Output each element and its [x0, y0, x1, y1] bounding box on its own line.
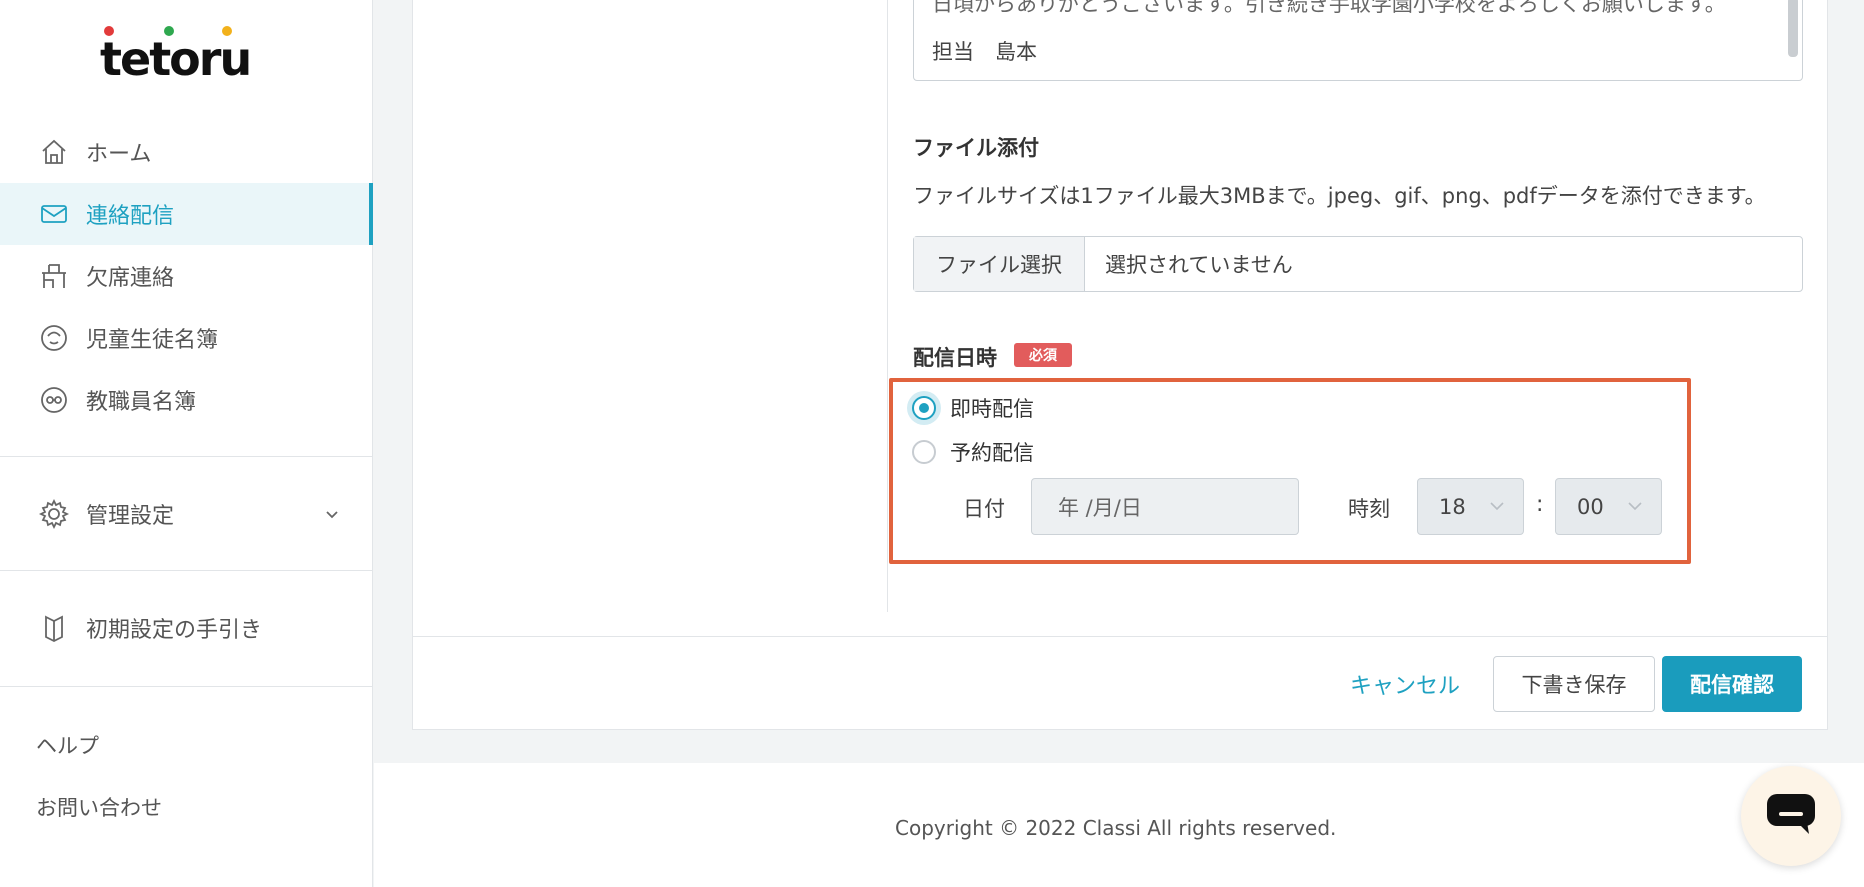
minute-value: 00: [1577, 494, 1604, 519]
sidebar-item-messages[interactable]: 連絡配信: [0, 183, 373, 245]
file-select-button[interactable]: ファイル選択: [914, 237, 1085, 291]
date-label: 日付: [963, 497, 1005, 521]
chevron-down-icon: [1627, 495, 1643, 519]
file-input[interactable]: ファイル選択 選択されていません: [913, 236, 1803, 292]
sidebar-item-label: 欠席連絡: [86, 266, 175, 291]
cancel-button[interactable]: キャンセル: [1350, 668, 1460, 700]
textarea-scrollbar[interactable]: [1788, 0, 1798, 57]
book-icon: [38, 612, 70, 644]
radio-label: 即時配信: [950, 397, 1034, 421]
sidebar-item-absence[interactable]: 欠席連絡: [0, 245, 373, 307]
chat-support-button[interactable]: [1741, 766, 1841, 866]
logo-text: tetoru: [100, 32, 252, 86]
time-separator: :: [1536, 492, 1544, 517]
hour-select[interactable]: 18: [1417, 478, 1524, 535]
save-draft-button[interactable]: 下書き保存: [1493, 656, 1655, 712]
schedule-title: 配信日時: [913, 346, 997, 370]
sidebar-item-staff[interactable]: 教職員名簿: [0, 369, 373, 431]
radio-button[interactable]: [912, 440, 936, 464]
copyright-text: Copyright © 2022 Classi All rights reser…: [895, 816, 1337, 840]
confirm-delivery-button[interactable]: 配信確認: [1662, 656, 1802, 712]
date-input[interactable]: 年 /月/日: [1031, 478, 1299, 535]
sidebar-divider: [0, 456, 373, 457]
home-icon: [38, 136, 70, 168]
minute-select[interactable]: 00: [1555, 478, 1662, 535]
file-status: 選択されていません: [1105, 253, 1293, 277]
desk-icon: [38, 260, 70, 292]
sidebar-item-label: 児童生徒名簿: [86, 328, 219, 353]
sidebar-item-students[interactable]: 児童生徒名簿: [0, 307, 373, 369]
student-face-icon: [38, 322, 70, 354]
sidebar: tetoru ホーム 連絡配信 欠席連絡 児童生徒名簿 教職員名簿 管理設定 初…: [0, 0, 373, 887]
sidebar-item-label: 管理設定: [86, 504, 175, 529]
sidebar-item-label: 初期設定の手引き: [86, 618, 263, 643]
message-body-textarea[interactable]: 日頃からありがとうございます。引き続き手取学園小学校をよろしくお願いします。 担…: [913, 0, 1803, 81]
column-divider: [887, 0, 888, 612]
message-form-card: [412, 0, 1828, 730]
sidebar-item-settings[interactable]: 管理設定: [0, 483, 373, 545]
sidebar-item-guide[interactable]: 初期設定の手引き: [0, 597, 373, 659]
sidebar-item-label: 教職員名簿: [86, 390, 197, 415]
mail-icon: [38, 198, 70, 230]
tetoru-logo[interactable]: tetoru: [100, 26, 280, 86]
radio-scheduled[interactable]: 予約配信: [912, 437, 1034, 467]
sidebar-divider: [0, 686, 373, 687]
sidebar-item-label: ホーム: [86, 142, 152, 167]
attachment-description: ファイルサイズは1ファイル最大3MBまで。jpeg、gif、png、pdfデータ…: [913, 184, 1766, 208]
sidebar-item-label: 連絡配信: [86, 204, 175, 229]
attachment-title: ファイル添付: [913, 136, 1039, 160]
message-line: 日頃からありがとうございます。引き続き手取学園小学校をよろしくお願いします。: [932, 0, 1726, 16]
radio-label: 予約配信: [950, 441, 1034, 465]
sidebar-item-home[interactable]: ホーム: [0, 121, 373, 183]
radio-immediate[interactable]: 即時配信: [912, 393, 1034, 423]
sidebar-divider: [0, 570, 373, 571]
required-badge: 必須: [1014, 343, 1072, 367]
hour-value: 18: [1439, 494, 1466, 519]
gear-icon: [38, 498, 70, 530]
teacher-face-icon: [38, 384, 70, 416]
help-link[interactable]: ヘルプ: [36, 730, 99, 760]
chat-bubble-icon: [1765, 792, 1817, 840]
chevron-down-icon: [1489, 495, 1505, 519]
time-label: 時刻: [1348, 497, 1390, 521]
radio-button-selected[interactable]: [912, 396, 936, 420]
contact-link[interactable]: お問い合わせ: [36, 792, 162, 822]
chevron-down-icon[interactable]: [325, 504, 339, 525]
actions-divider: [412, 636, 1828, 637]
message-line: 担当 島本: [932, 40, 1037, 64]
